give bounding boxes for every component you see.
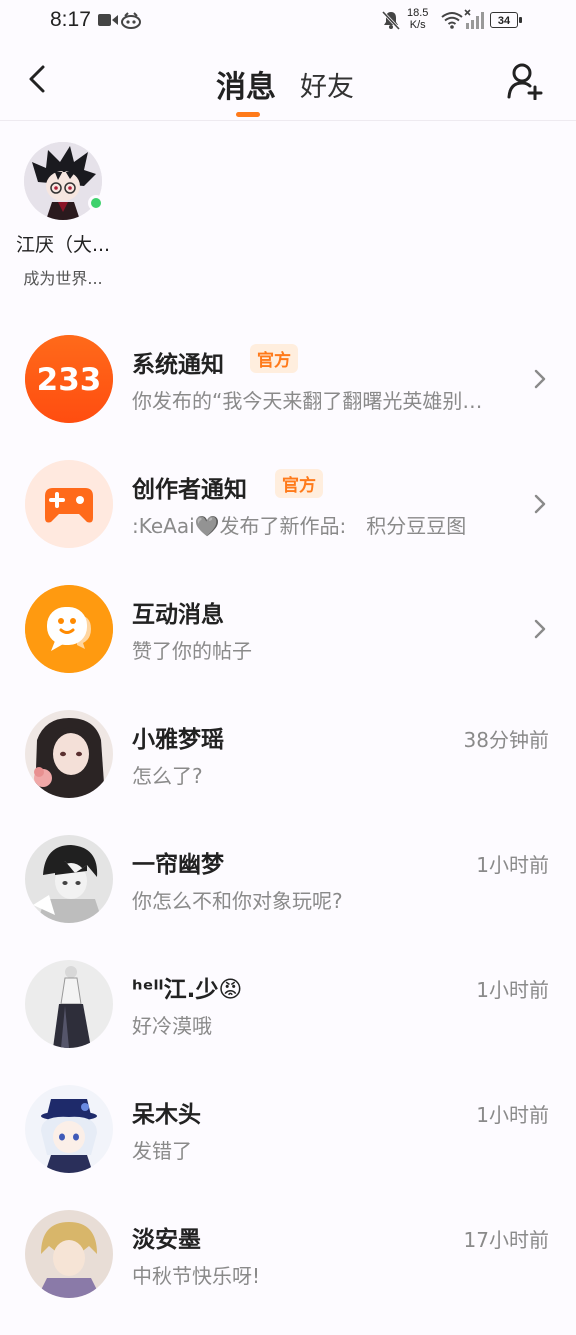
gamepad-icon	[25, 460, 113, 548]
battery-indicator: 34	[490, 12, 522, 28]
row-subtitle: 你怎么不和你对象玩呢?	[132, 889, 343, 913]
status-time: 8:17	[50, 8, 91, 31]
row-time: 17小时前	[463, 1228, 549, 1252]
row-title: ʰᵉˡˡ江.少😡	[132, 977, 243, 1003]
wifi-icon	[441, 12, 463, 29]
list-item-creator-notice[interactable]: 创作者通知 官方 :KeAai🩶发布了新作品: 积分豆豆图	[0, 460, 576, 585]
row-time: 1小时前	[476, 853, 549, 877]
add-friend-icon[interactable]	[506, 62, 544, 100]
back-arrow-icon[interactable]	[22, 62, 56, 96]
official-badge: 官方	[275, 469, 323, 498]
row-title: 一帘幽梦	[132, 852, 224, 878]
user-avatar[interactable]	[25, 1085, 113, 1173]
chevron-right-icon	[534, 369, 546, 389]
friend-signature: 成为世界...	[23, 269, 103, 288]
row-subtitle: 赞了你的帖子	[132, 639, 252, 663]
row-title: 系统通知	[132, 352, 224, 378]
row-title: 创作者通知	[132, 477, 247, 503]
user-avatar[interactable]	[25, 1210, 113, 1298]
list-item-chat[interactable]: 呆木头 1小时前 发错了	[0, 1085, 576, 1210]
official-badge: 官方	[250, 344, 298, 373]
row-subtitle: 你发布的“我今天来翻了翻曙光英雄别…	[132, 389, 483, 413]
list-item-chat[interactable]: 小雅梦瑶 38分钟前 怎么了?	[0, 710, 576, 835]
mute-bell-icon	[381, 10, 401, 30]
row-time: 38分钟前	[463, 728, 549, 752]
chevron-right-icon	[534, 494, 546, 514]
svg-text:233: 233	[37, 362, 102, 398]
tab-messages[interactable]: 消息	[216, 62, 276, 106]
row-time: 1小时前	[476, 978, 549, 1002]
user-avatar[interactable]	[25, 835, 113, 923]
signal-icon	[464, 9, 484, 29]
system-notice-icon: 233	[25, 335, 113, 423]
row-subtitle: 好冷漠哦	[132, 1014, 212, 1038]
row-title: 互动消息	[132, 602, 224, 628]
active-tab-indicator	[236, 112, 260, 117]
tab-friends[interactable]: 好友	[300, 65, 354, 104]
row-title: 呆木头	[132, 1102, 201, 1128]
user-avatar[interactable]	[25, 960, 113, 1048]
app-notification-icon	[121, 12, 141, 29]
list-item-interaction-messages[interactable]: 互动消息 赞了你的帖子	[0, 585, 576, 710]
row-time: 1小时前	[476, 1103, 549, 1127]
list-item-system-notice[interactable]: 233 系统通知 官方 你发布的“我今天来翻了翻曙光英雄别…	[0, 335, 576, 460]
video-icon	[98, 14, 118, 26]
status-bar: 8:17 18.5 K/s 34	[0, 0, 576, 44]
row-title: 小雅梦瑶	[132, 727, 224, 753]
row-subtitle: 怎么了?	[132, 764, 203, 788]
chevron-right-icon	[534, 619, 546, 639]
row-title: 淡安墨	[132, 1227, 201, 1253]
row-subtitle: 发错了	[132, 1139, 192, 1163]
row-subtitle: 中秋节快乐呀!	[132, 1264, 261, 1288]
user-avatar[interactable]	[25, 710, 113, 798]
list-item-chat[interactable]: 一帘幽梦 1小时前 你怎么不和你对象玩呢?	[0, 835, 576, 960]
top-bar: 消息 好友	[0, 44, 576, 121]
list-item-chat[interactable]: ʰᵉˡˡ江.少😡 1小时前 好冷漠哦	[0, 960, 576, 1085]
row-subtitle: :KeAai🩶发布了新作品: 积分豆豆图	[132, 514, 467, 538]
chat-smile-icon	[25, 585, 113, 673]
list-item-chat[interactable]: 淡安墨 17小时前 中秋节快乐呀!	[0, 1210, 576, 1335]
online-status-dot	[88, 195, 104, 211]
network-speed: 18.5 K/s	[407, 7, 429, 31]
friend-name: 江厌（大...	[15, 234, 111, 256]
